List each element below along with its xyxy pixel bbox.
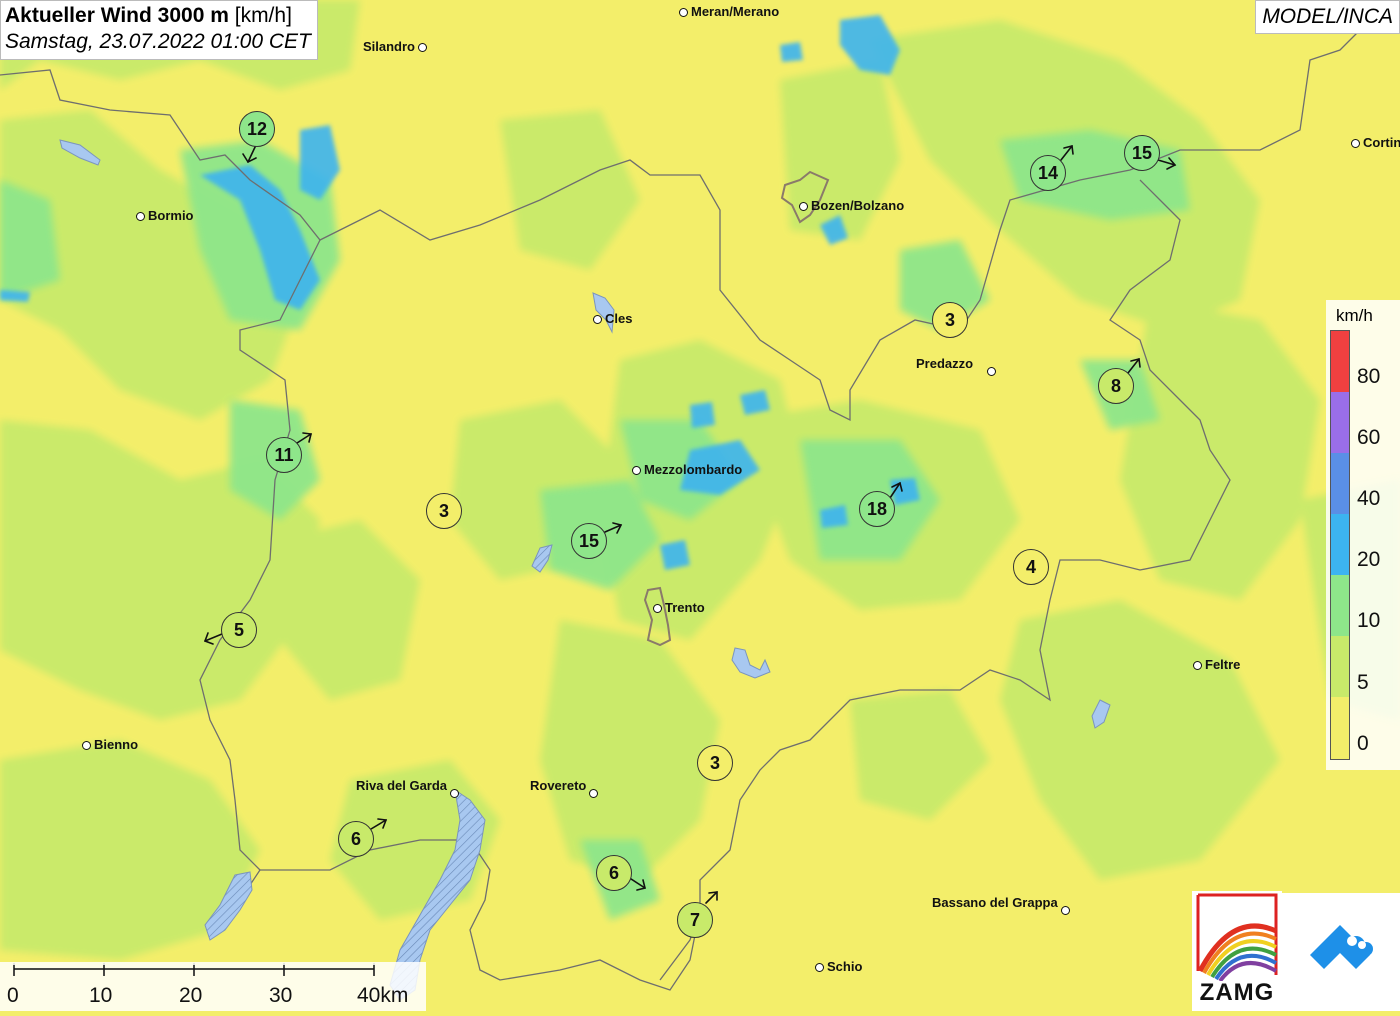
legend-unit: km/h xyxy=(1336,306,1373,325)
legend-tick: 40 xyxy=(1357,487,1381,510)
arrow-icon xyxy=(296,432,312,444)
legend-segment xyxy=(1331,514,1349,575)
zamg-logo[interactable]: ZAMG xyxy=(1192,891,1282,1011)
legend-segment xyxy=(1331,331,1349,392)
arrow-icon xyxy=(1127,358,1141,374)
wind-marker[interactable]: 4 xyxy=(1013,549,1049,585)
legend-tick: 60 xyxy=(1357,426,1381,449)
legend-tick: 10 xyxy=(1357,609,1381,632)
arrow-icon xyxy=(1157,157,1177,170)
wind-marker[interactable]: 15 xyxy=(571,523,607,559)
legend-segment xyxy=(1331,636,1349,697)
legend-segment xyxy=(1331,575,1349,636)
legend-tick: 80 xyxy=(1357,365,1381,388)
legend-tick: 20 xyxy=(1357,548,1381,571)
wind-marker[interactable]: 8 xyxy=(1098,368,1134,404)
arrow-icon xyxy=(242,144,257,164)
legend-colorbar xyxy=(1330,330,1350,760)
wind-arrows-layer xyxy=(203,144,1177,904)
wind-marker[interactable]: 6 xyxy=(338,821,374,857)
arrow-icon xyxy=(1060,145,1074,161)
wind-marker[interactable]: 3 xyxy=(932,302,968,338)
wind-marker[interactable]: 5 xyxy=(221,612,257,648)
wind-marker[interactable]: 3 xyxy=(697,745,733,781)
wind-marker[interactable]: 15 xyxy=(1124,135,1160,171)
arrow-icon xyxy=(889,481,903,499)
arrow-icon xyxy=(604,522,623,534)
cloud-arrow-icon xyxy=(1310,925,1373,969)
arrow-icon xyxy=(370,818,388,830)
wind-marker[interactable]: 6 xyxy=(596,855,632,891)
zamg-logo-text: ZAMG xyxy=(1199,979,1275,1006)
color-legend: km/h 80 60 40 20 10 5 0 xyxy=(1326,300,1400,770)
rainbow-icon xyxy=(1196,893,1278,983)
weather-app-logo[interactable] xyxy=(1282,893,1400,1011)
legend-segment xyxy=(1331,697,1349,759)
arrow-icon xyxy=(203,632,223,645)
wind-marker[interactable]: 18 xyxy=(859,491,895,527)
wind-marker[interactable]: 12 xyxy=(239,111,275,147)
legend-tick: 0 xyxy=(1357,732,1369,755)
scale-bar-ticks xyxy=(13,965,375,976)
legend-segment xyxy=(1331,453,1349,514)
wind-marker[interactable]: 14 xyxy=(1030,155,1066,191)
wind-marker[interactable]: 7 xyxy=(677,902,713,938)
wind-marker[interactable]: 3 xyxy=(426,493,462,529)
legend-tick: 5 xyxy=(1357,671,1369,694)
arrow-icon xyxy=(705,891,718,904)
wind-marker[interactable]: 11 xyxy=(266,437,302,473)
legend-segment xyxy=(1331,392,1349,453)
